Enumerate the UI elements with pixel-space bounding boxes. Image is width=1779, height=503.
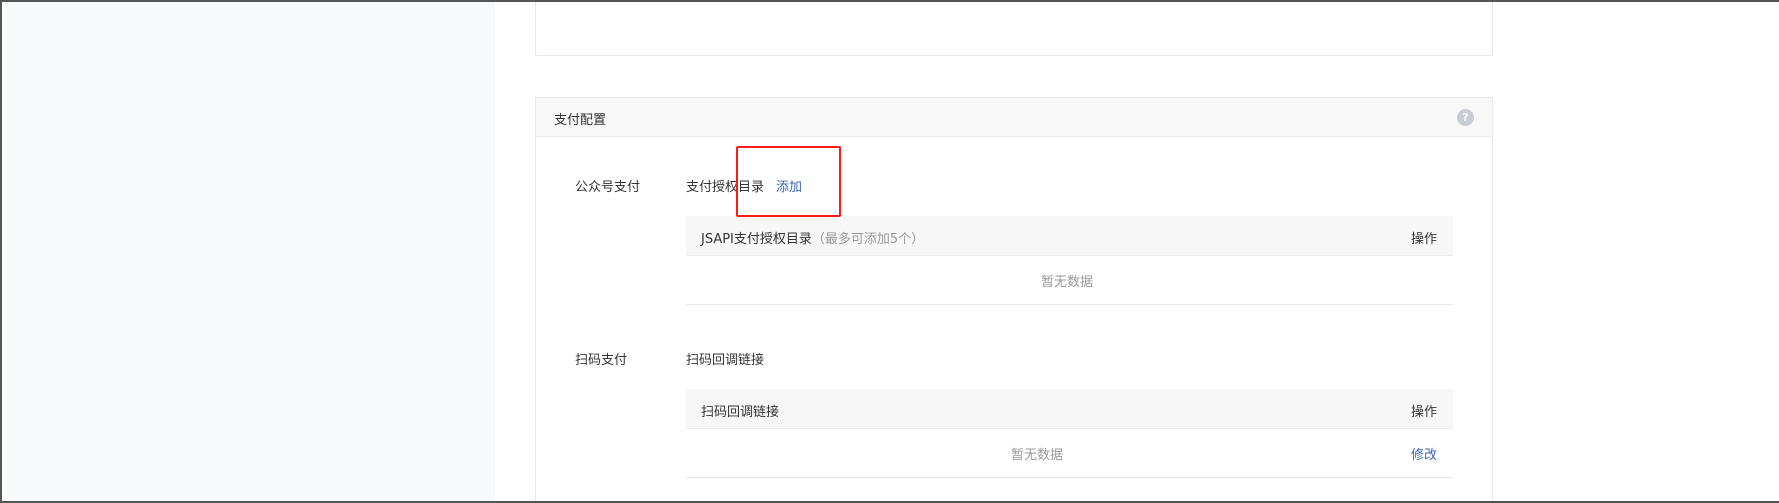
pay-config-card: 支付配置 ? 公众号支付 支付授权目录 添加 JSAPI支付授权目录（最多可添加…: [535, 97, 1493, 501]
table-header-action: 操作: [1410, 405, 1437, 420]
highlight-annotation-box: [736, 146, 841, 217]
pay-config-title: 支付配置: [554, 113, 607, 128]
edit-link[interactable]: 修改: [1411, 444, 1437, 463]
sidebar: [4, 2, 495, 501]
empty-data-text: 暂无数据: [1011, 448, 1064, 463]
table-header-action: 操作: [1410, 232, 1437, 247]
table-header: JSAPI支付授权目录（最多可添加5个） 操作: [686, 216, 1453, 256]
pay-config-header: 支付配置 ?: [536, 98, 1492, 137]
main-content: 支付配置 ? 公众号支付 支付授权目录 添加 JSAPI支付授权目录（最多可添加…: [495, 2, 1779, 501]
window-frame: 支付配置 ? 公众号支付 支付授权目录 添加 JSAPI支付授权目录（最多可添加…: [0, 0, 1779, 503]
jsapi-column-title: JSAPI支付授权目录: [701, 232, 812, 247]
jsapi-auth-dir-table: JSAPI支付授权目录（最多可添加5个） 操作 暂无数据: [686, 216, 1453, 305]
table-header-title: JSAPI支付授权目录（最多可添加5个）: [701, 228, 924, 247]
scan-callback-table: 扫码回调链接 操作 暂无数据 修改: [686, 389, 1453, 478]
table-empty-row: 暂无数据: [686, 256, 1453, 305]
scan-column-title: 扫码回调链接: [701, 405, 780, 420]
empty-data-text: 暂无数据: [1041, 275, 1094, 290]
table-header: 扫码回调链接 操作: [686, 389, 1453, 429]
official-account-pay-label: 公众号支付: [575, 180, 641, 195]
table-row: 暂无数据 修改: [686, 429, 1453, 478]
previous-card: [535, 2, 1493, 56]
question-circle-icon[interactable]: ?: [1457, 109, 1474, 126]
scan-pay-label: 扫码支付: [575, 353, 628, 368]
scan-callback-label: 扫码回调链接: [686, 353, 765, 368]
jsapi-column-hint: （最多可添加5个）: [811, 232, 925, 247]
